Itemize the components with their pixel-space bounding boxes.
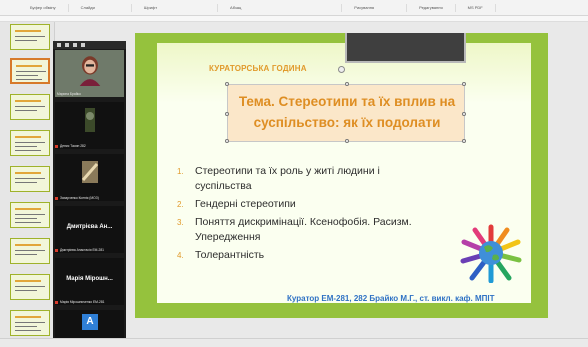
list-item-text: Толерантність	[195, 249, 265, 261]
ribbon-group-clipboard[interactable]: Буфер обміну	[0, 3, 69, 12]
rotate-handle-icon[interactable]	[338, 66, 345, 73]
slide-thumbnail[interactable]	[10, 202, 50, 228]
participant-name: Марина Брайко	[57, 92, 81, 96]
list-item-text: Поняття дискримінації. Ксенофобія. Расиз…	[195, 216, 412, 228]
participant-name: Марія Мірошниченко ЕМ-281	[60, 300, 105, 304]
powerpoint-window: Буфер обміну Слайди Шрифт Абзац Рисуванн…	[0, 0, 588, 347]
view-toggle-icon[interactable]	[65, 43, 69, 47]
participant-display-name: Марія Мірошн...	[66, 276, 113, 282]
list-item: 3. Поняття дискримінації. Ксенофобія. Ра…	[173, 215, 453, 245]
slide-footer[interactable]: Куратор ЕМ-281, 282 Брайко М.Г., ст. вик…	[287, 294, 495, 303]
slide-thumbnail[interactable]	[10, 24, 50, 50]
ribbon-group-pdf[interactable]: MS PDF	[456, 3, 496, 12]
list-item-text: Стереотипи та їх роль у житі людини і	[195, 165, 380, 177]
participant-tile[interactable]: Дмитрієва Ан... Дмитрієва Анастасія ЕМ-2…	[55, 206, 124, 253]
participant-video-icon	[79, 56, 101, 86]
slide-thumbnails-pane[interactable]	[0, 22, 55, 347]
list-number: 2.	[177, 200, 184, 209]
list-number: 4.	[177, 251, 184, 260]
slide-thumbnail[interactable]	[10, 274, 50, 300]
grid-view-icon[interactable]	[73, 43, 77, 47]
list-item: 1. Стереотипи та їх роль у житі людини і…	[173, 164, 453, 194]
participant-tile[interactable]: Захарченко Ксенія (МОЗ)	[55, 154, 124, 201]
participant-avatar: А	[82, 314, 98, 330]
slide-thumbnail[interactable]	[10, 310, 50, 336]
participant-video-icon	[85, 108, 95, 132]
minimize-icon[interactable]	[57, 43, 61, 47]
resize-handle-icon[interactable]	[462, 112, 466, 116]
resize-handle-icon[interactable]	[462, 82, 466, 86]
participant-name: Захарченко Ксенія (МОЗ)	[60, 196, 99, 200]
resize-handle-icon[interactable]	[462, 139, 466, 143]
slide-thumbnail[interactable]	[10, 130, 50, 156]
resize-handle-icon[interactable]	[345, 139, 349, 143]
participant-tile[interactable]: Марія Мірошн... Марія Мірошниченко ЕМ-28…	[55, 258, 124, 305]
list-item: 4. Толерантність	[173, 248, 453, 263]
slide-title-textbox[interactable]: Тема. Стереотипи та їх вплив на суспільс…	[225, 82, 466, 143]
ribbon-group-font[interactable]: Шрифт	[132, 3, 219, 12]
ribbon-group-slides[interactable]: Слайди	[69, 3, 132, 12]
participant-name: Дмитрієва Анастасія ЕМ-281	[60, 248, 104, 252]
video-call-gallery: Марина Брайко Денис Тасин 282 Захарченко…	[53, 41, 126, 347]
list-number: 3.	[177, 218, 184, 227]
status-bar	[0, 338, 588, 347]
list-item-text: Упередження	[195, 231, 261, 243]
resize-handle-icon[interactable]	[345, 82, 349, 86]
list-number: 1.	[177, 167, 184, 176]
slide-title-line: суспільство: як їх подолати	[253, 115, 441, 130]
slide-kicker[interactable]: КУРАТОРСЬКА ГОДИНА	[209, 64, 307, 73]
ribbon-group-paragraph[interactable]: Абзац	[218, 3, 343, 12]
slide-title-line: Тема. Стереотипи та їх вплив на	[238, 94, 456, 109]
list-item: 2. Гендерні стереотипи	[173, 197, 453, 212]
slide-decorative-frame	[345, 33, 466, 63]
slide-thumbnail-selected[interactable]	[10, 58, 50, 84]
resize-handle-icon[interactable]	[225, 112, 229, 116]
slide-title[interactable]: Тема. Стереотипи та їх вплив на суспільс…	[228, 91, 466, 133]
muted-mic-icon	[55, 197, 58, 200]
resize-handle-icon[interactable]	[225, 82, 229, 86]
participant-video-icon	[81, 161, 99, 183]
participant-display-name: Дмитрієва Ан...	[66, 224, 113, 230]
ribbon-group-editing[interactable]: Редагування	[407, 3, 456, 12]
slide-thumbnail[interactable]	[10, 238, 50, 264]
participant-tile[interactable]: Марина Брайко	[55, 50, 124, 97]
muted-mic-icon	[55, 301, 58, 304]
participant-name: Денис Тасин 282	[60, 144, 86, 148]
slide-thumbnail[interactable]	[10, 166, 50, 192]
participant-tile[interactable]: Денис Тасин 282	[55, 102, 124, 149]
resize-handle-icon[interactable]	[225, 139, 229, 143]
gallery-toolbar	[53, 41, 126, 49]
slide-thumbnail[interactable]	[10, 94, 50, 120]
slide-canvas[interactable]: КУРАТОРСЬКА ГОДИНА Тема. Стереотипи та ї…	[135, 33, 548, 318]
hands-globe-icon	[460, 224, 522, 283]
ribbon-group-drawing[interactable]: Рисування	[342, 3, 408, 12]
muted-mic-icon	[55, 145, 58, 148]
slide-agenda-list[interactable]: 1. Стереотипи та їх роль у житі людини і…	[173, 164, 453, 266]
muted-mic-icon	[55, 249, 58, 252]
pause-icon[interactable]	[81, 43, 85, 47]
ribbon-group-labels: Буфер обміну Слайди Шрифт Абзац Рисуванн…	[0, 0, 588, 16]
list-item-text: Гендерні стереотипи	[195, 198, 296, 210]
ribbon-collapse-strip	[0, 16, 588, 22]
list-item-text: суспільства	[195, 180, 252, 192]
